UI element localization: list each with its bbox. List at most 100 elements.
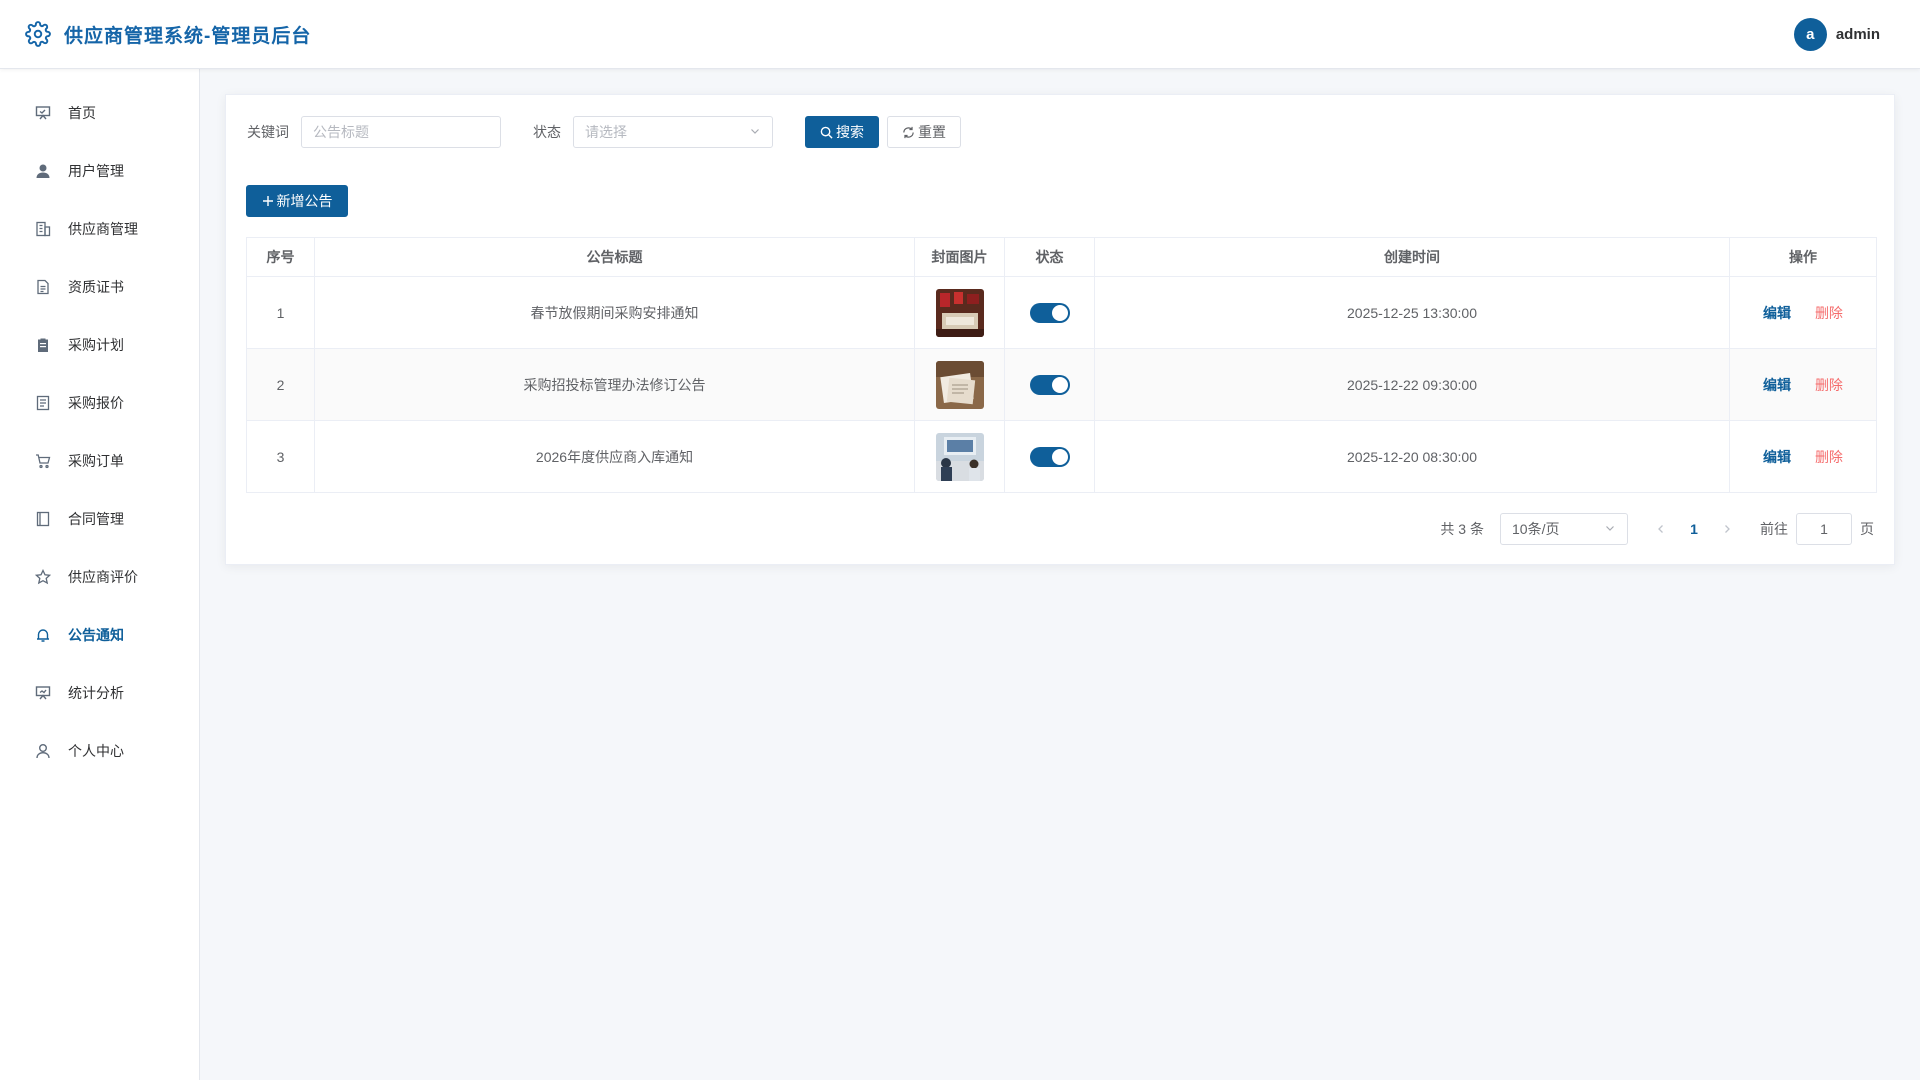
sidebar-item-profile[interactable]: 个人中心 <box>0 722 199 780</box>
column-header: 封面图片 <box>914 237 1005 277</box>
column-header: 状态 <box>1004 237 1095 277</box>
sidebar-item-label: 采购计划 <box>68 337 124 353</box>
cover-image[interactable] <box>935 432 984 481</box>
prev-page-button[interactable] <box>1646 521 1676 537</box>
star-icon <box>34 568 52 586</box>
sidebar-item-label: 资质证书 <box>68 279 124 295</box>
cover-image[interactable] <box>935 288 984 337</box>
filter-form: 关键词 状态 请选择 搜索 重置 <box>247 116 961 148</box>
search-icon <box>820 126 833 139</box>
column-header: 序号 <box>246 237 315 277</box>
avatar[interactable]: a <box>1793 18 1827 51</box>
toggle-knob <box>1051 448 1068 465</box>
add-announcement-button[interactable]: 新增公告 <box>246 185 348 217</box>
page-number-current[interactable]: 1 <box>1676 521 1712 537</box>
plus-icon <box>262 195 274 207</box>
sidebar-item-purchase-order[interactable]: 采购订单 <box>0 432 199 490</box>
monitor-icon <box>34 104 52 122</box>
status-select[interactable]: 请选择 <box>573 116 773 148</box>
cover-cell <box>914 420 1005 493</box>
chevron-down-icon <box>1604 521 1616 537</box>
building-icon <box>34 220 52 238</box>
top-header: 供应商管理系统-管理员后台 a admin <box>0 0 1920 69</box>
sidebar-item-label: 统计分析 <box>68 685 124 701</box>
sidebar-item-label: 采购报价 <box>68 395 124 411</box>
status-cell <box>1004 348 1095 421</box>
actions-cell: 编辑 删除 <box>1729 420 1877 493</box>
user-icon <box>34 742 52 760</box>
main-card: 关键词 状态 请选择 搜索 重置 新增公告 <box>225 94 1895 565</box>
cover-cell <box>914 348 1005 421</box>
row-title: 采购招投标管理办法修订公告 <box>314 348 915 421</box>
user-menu[interactable]: a admin <box>1793 18 1880 51</box>
next-page-button[interactable] <box>1712 521 1742 537</box>
row-title: 春节放假期间采购安排通知 <box>314 276 915 349</box>
page-size-value: 10条/页 <box>1512 521 1560 537</box>
sidebar-item-home[interactable]: 首页 <box>0 84 199 142</box>
user-filled-icon <box>34 162 52 180</box>
sidebar-item-label: 用户管理 <box>68 163 124 179</box>
chevron-down-icon <box>749 124 761 140</box>
row-created-time: 2025-12-20 08:30:00 <box>1094 420 1730 493</box>
sidebar-item-label: 供应商评价 <box>68 569 138 585</box>
reset-button[interactable]: 重置 <box>887 116 961 148</box>
sidebar-item-label: 供应商管理 <box>68 221 138 237</box>
pagination-total: 共 3 条 <box>1440 521 1484 537</box>
gear-icon <box>24 20 52 48</box>
sidebar-item-label: 采购订单 <box>68 453 124 469</box>
add-announcement-label: 新增公告 <box>276 193 333 209</box>
pagination: 共 3 条 10条/页 1 前往 页 <box>1440 513 1874 545</box>
status-toggle[interactable] <box>1029 446 1070 467</box>
table-row: 2 采购招投标管理办法修订公告 2025-12-22 09:30:00 编辑 删… <box>246 348 1877 421</box>
status-toggle[interactable] <box>1029 374 1070 395</box>
sidebar-item-statistics[interactable]: 统计分析 <box>0 664 199 722</box>
status-cell <box>1004 420 1095 493</box>
toggle-knob <box>1051 376 1068 393</box>
status-select-placeholder: 请选择 <box>585 124 627 140</box>
edit-link[interactable]: 编辑 <box>1763 305 1791 321</box>
sidebar-item-label: 公告通知 <box>68 627 124 643</box>
page-suffix-label: 页 <box>1860 521 1874 537</box>
search-button-label: 搜索 <box>836 124 864 140</box>
goto-page-input[interactable] <box>1796 513 1852 545</box>
sidebar-item-announcements[interactable]: 公告通知 <box>0 606 199 664</box>
row-created-time: 2025-12-25 13:30:00 <box>1094 276 1730 349</box>
sidebar-item-quotation[interactable]: 采购报价 <box>0 374 199 432</box>
column-header: 操作 <box>1729 237 1877 277</box>
edit-link[interactable]: 编辑 <box>1763 449 1791 465</box>
sidebar-item-purchase-plan[interactable]: 采购计划 <box>0 316 199 374</box>
sidebar-item-certificates[interactable]: 资质证书 <box>0 258 199 316</box>
app-title: 供应商管理系统-管理员后台 <box>64 25 312 47</box>
notebook-icon <box>34 510 52 528</box>
toggle-knob <box>1051 304 1068 321</box>
page-size-select[interactable]: 10条/页 <box>1500 513 1628 545</box>
keyword-input[interactable] <box>301 116 501 148</box>
sidebar-item-label: 合同管理 <box>68 511 124 527</box>
column-header: 创建时间 <box>1094 237 1730 277</box>
row-title: 2026年度供应商入库通知 <box>314 420 915 493</box>
sidebar-item-suppliers[interactable]: 供应商管理 <box>0 200 199 258</box>
document-list-icon <box>34 394 52 412</box>
edit-link[interactable]: 编辑 <box>1763 377 1791 393</box>
username[interactable]: admin <box>1836 26 1880 43</box>
status-label: 状态 <box>533 124 561 140</box>
delete-link[interactable]: 删除 <box>1815 305 1843 321</box>
status-cell <box>1004 276 1095 349</box>
delete-link[interactable]: 删除 <box>1815 377 1843 393</box>
actions-cell: 编辑 删除 <box>1729 276 1877 349</box>
cover-image[interactable] <box>935 360 984 409</box>
keyword-label: 关键词 <box>247 124 289 140</box>
sidebar-item-evaluation[interactable]: 供应商评价 <box>0 548 199 606</box>
search-button[interactable]: 搜索 <box>805 116 879 148</box>
status-toggle[interactable] <box>1029 302 1070 323</box>
actions-cell: 编辑 删除 <box>1729 348 1877 421</box>
sidebar-item-users[interactable]: 用户管理 <box>0 142 199 200</box>
sidebar-item-contracts[interactable]: 合同管理 <box>0 490 199 548</box>
document-icon <box>34 278 52 296</box>
row-created-time: 2025-12-22 09:30:00 <box>1094 348 1730 421</box>
table-header-row: 序号 公告标题 封面图片 状态 创建时间 操作 <box>246 237 1877 277</box>
sidebar: 首页 用户管理 供应商管理 资质证书 采购计划 采购报价 采购订单 合同管理 供… <box>0 69 200 1080</box>
chart-board-icon <box>34 684 52 702</box>
delete-link[interactable]: 删除 <box>1815 449 1843 465</box>
reset-button-label: 重置 <box>918 124 946 140</box>
